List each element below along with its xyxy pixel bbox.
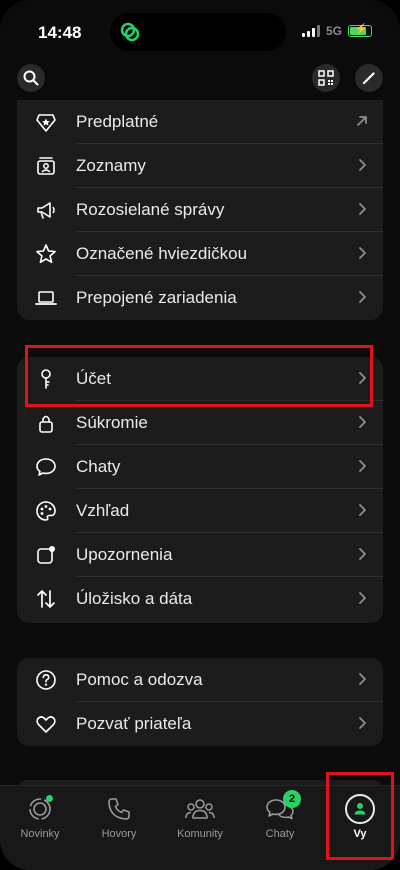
settings-section-2: Účet Súkromie Chaty Vzhľad Upozornenia Ú… [17,357,383,623]
settings-item-ulozisko[interactable]: Úložisko a dáta [17,577,383,621]
chevron-right-icon [359,504,366,516]
tab-novinky[interactable]: Novinky [5,792,75,852]
settings-item-upozornenia[interactable]: Upozornenia [17,533,383,577]
tab-vy[interactable]: Vy [325,792,395,852]
chevron-right-icon [359,717,366,729]
tab-bar: Novinky Hovory Komunity 2 Chaty Vy [0,785,400,870]
settings-item-label: Účet [76,369,111,388]
pencil-icon [362,72,375,85]
key-icon [35,368,57,390]
settings-item-prepojene[interactable]: Prepojené zariadenia [17,276,383,320]
settings-item-chaty[interactable]: Chaty [17,445,383,489]
settings-item-label: Chaty [76,457,121,476]
settings-item-label: Súkromie [76,413,148,432]
tab-label: Komunity [177,828,223,840]
star-icon [35,243,57,265]
profile-icon [343,792,377,826]
network-label: 5G [325,24,342,38]
settings-item-label: Úložisko a dáta [76,589,193,608]
settings-item-label: Upozornenia [76,545,173,564]
settings-item-label: Vzhľad [76,501,130,520]
qr-icon [318,70,334,86]
list-contacts-icon [35,155,57,177]
top-bar [0,62,400,96]
settings-item-oznacene[interactable]: Označené hviezdičkou [17,232,383,276]
arrow-up-right-icon [357,116,367,126]
settings-item-zoznamy[interactable]: Zoznamy [17,144,383,188]
search-icon [23,70,39,86]
phone-icon [102,792,136,826]
palette-icon [35,500,57,522]
settings-item-predplatne[interactable]: Predplatné [17,100,383,144]
chevron-right-icon [359,372,366,384]
megaphone-icon [35,199,57,221]
settings-item-ucet[interactable]: Účet [17,357,383,401]
arrows-updown-icon [35,588,57,610]
status-time: 14:48 [38,23,82,42]
chevron-right-icon [359,291,366,303]
tab-komunity[interactable]: Komunity [165,792,235,852]
settings-item-rozosielane[interactable]: Rozosielané správy [17,188,383,232]
tab-label: Vy [353,828,367,840]
chevron-right-icon [359,592,366,604]
settings-item-pomoc[interactable]: Pomoc a odozva [17,658,383,702]
settings-item-pozvat[interactable]: Pozvať priateľa [17,702,383,746]
phone-screen: 14:48 5G ⚡ Predplatné Zoznamy Rozosielan… [0,0,400,870]
chevron-right-icon [359,416,366,428]
chevron-right-icon [359,673,366,685]
signal-icon [301,25,320,37]
chevron-right-icon [359,548,366,560]
badge-star-icon [35,111,57,133]
lock-icon [35,412,57,434]
chevron-right-icon [359,159,366,171]
chevron-right-icon [359,203,366,215]
edit-button[interactable] [355,64,383,92]
chat-bubble-icon [35,456,57,478]
status-icon [23,792,57,826]
community-icon [183,792,217,826]
settings-section-1: Predplatné Zoznamy Rozosielané správy Oz… [17,100,383,320]
laptop-icon [35,287,57,309]
settings-item-label: Predplatné [76,112,159,131]
status-indicators: 5G ⚡ [301,24,372,38]
settings-item-vzhlad[interactable]: Vzhľad [17,489,383,533]
settings-item-label: Označené hviezdičkou [76,244,248,263]
settings-item-label: Zoznamy [76,156,146,175]
tab-chaty[interactable]: 2 Chaty [245,790,315,852]
help-circle-icon [35,669,57,691]
settings-item-label: Pozvať priateľa [76,714,192,733]
tab-hovory[interactable]: Hovory [84,792,154,852]
dynamic-island [110,13,286,51]
chevron-right-icon [359,247,366,259]
chats-icon: 2 [263,790,301,826]
qr-button[interactable] [312,64,340,92]
heart-icon [35,713,57,735]
settings-item-label: Prepojené zariadenia [76,288,237,307]
status-dot [46,795,53,802]
status-bar: 14:48 5G ⚡ [0,0,400,60]
tab-label: Chaty [265,828,295,840]
whatsapp-glyph-icon [120,22,140,42]
settings-item-label: Rozosielané správy [76,200,225,219]
tab-label: Hovory [101,828,137,840]
chevron-right-icon [359,460,366,472]
unread-badge: 2 [283,790,301,808]
notification-icon [35,544,57,566]
tab-label: Novinky [20,828,60,840]
search-button[interactable] [17,64,45,92]
settings-item-label: Pomoc a odozva [76,670,203,689]
battery-icon: ⚡ [348,24,372,37]
settings-item-sukromie[interactable]: Súkromie [17,401,383,445]
settings-section-3: Pomoc a odozva Pozvať priateľa [17,658,383,746]
